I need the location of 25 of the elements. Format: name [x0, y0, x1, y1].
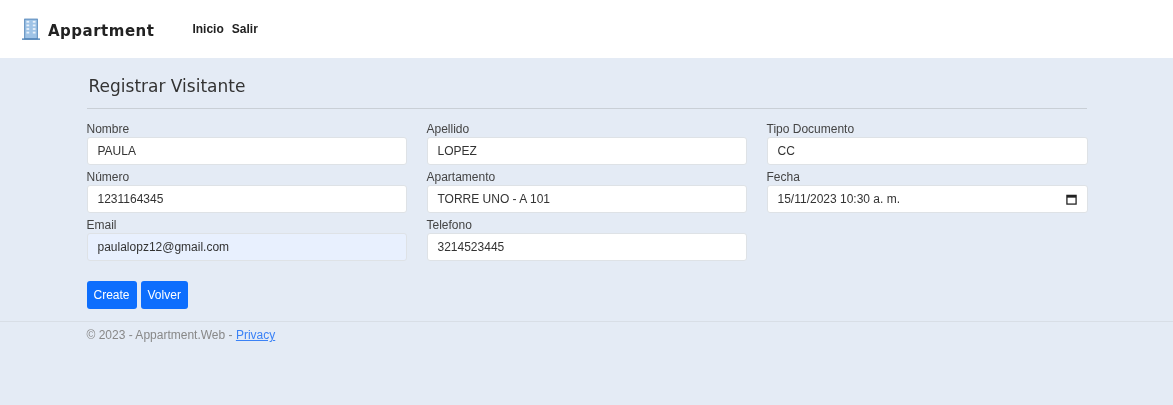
form-button[interactable]: Volver: [140, 281, 188, 309]
calendar-icon[interactable]: [1065, 193, 1077, 205]
building-icon: [22, 18, 40, 40]
date-field[interactable]: 15/11/2023 10:30 a. m.: [766, 185, 1088, 213]
input-field[interactable]: LOPEZ: [426, 137, 747, 165]
nav-link[interactable]: Salir: [231, 22, 258, 36]
field-label: Nombre: [86, 121, 131, 137]
field-label: Fecha: [766, 169, 801, 185]
field-label: Número: [86, 169, 131, 185]
input-field[interactable]: 1231164345: [86, 185, 407, 213]
form-title: Registrar Visitante: [87, 76, 247, 96]
field-label: Email: [86, 217, 118, 233]
field-label: Tipo Documento: [766, 121, 856, 137]
field-label: Apellido: [426, 121, 471, 137]
input-field[interactable]: 3214523445: [426, 233, 747, 261]
input-field[interactable]: CC: [766, 137, 1088, 165]
field-label: Telefono: [426, 217, 473, 233]
input-field[interactable]: paulalopz12@gmail.com: [86, 233, 407, 261]
footer-text: © 2023 - Appartment.Web - Privacy: [86, 328, 277, 342]
brand-link[interactable]: Appartment: [48, 22, 155, 40]
nav-link[interactable]: Inicio: [192, 22, 224, 36]
input-field[interactable]: PAULA: [86, 137, 407, 165]
field-label: Apartamento: [426, 169, 497, 185]
form-button[interactable]: Create: [86, 281, 137, 309]
input-field[interactable]: TORRE UNO - A 101: [426, 185, 747, 213]
